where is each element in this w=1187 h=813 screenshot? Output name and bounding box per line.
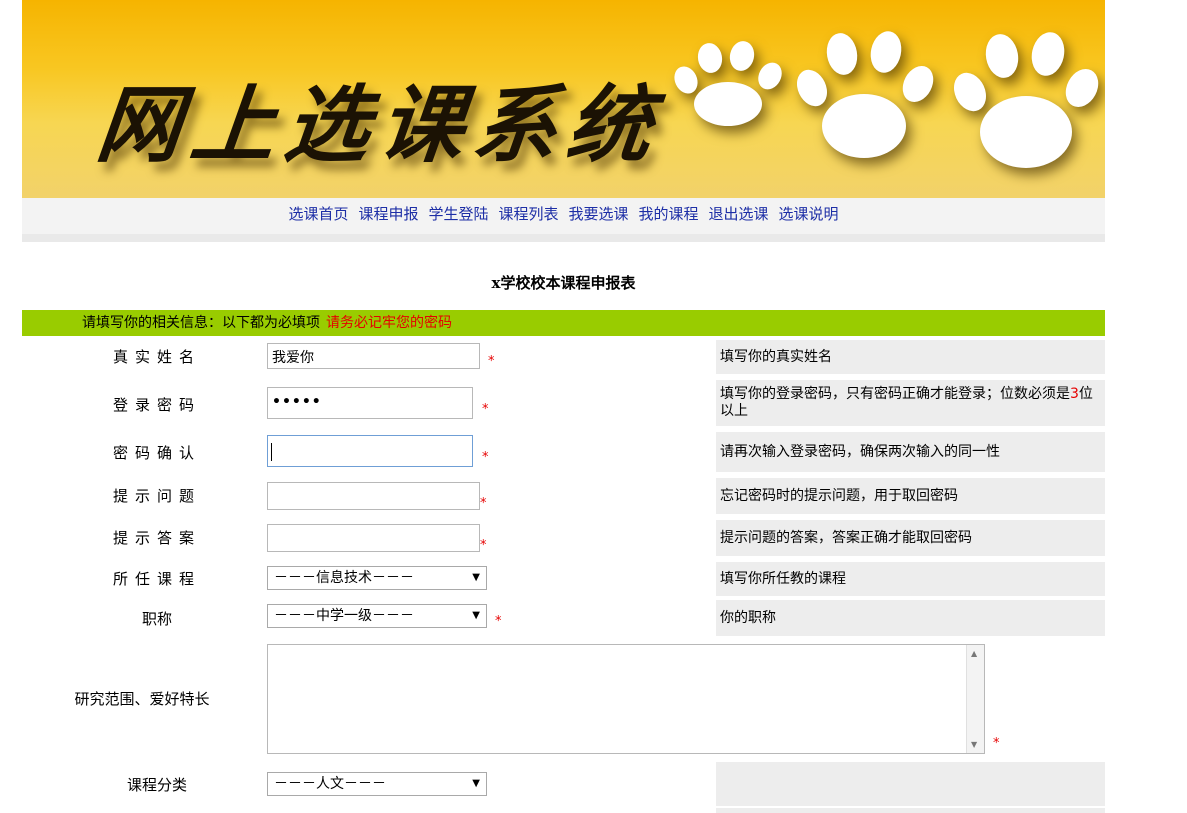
page: 网上选课系统 选课首页 课程申报 学生登陆 课程列表 我要选课 我的课程 退出选… [22,0,1105,813]
research-textarea[interactable]: ▲ ▼ [267,644,985,754]
password-hint-text: 填写你的登录密码，只有密码正确才能登录；位数必须是 [720,386,1070,402]
name-input[interactable]: 我爱你 [267,343,480,369]
row-name: 真实姓名 我爱你 * 填写你的真实姓名 [22,338,1105,376]
notice-bar: 请填写你的相关信息：以下都为必填项 请务必记牢您的密码 [22,310,1105,336]
required-mark: * [480,496,487,511]
course-label: 所任课程 [112,570,201,588]
notice-text: 请填写你的相关信息：以下都为必填项 [82,315,320,331]
row-confirm: 密码确认 * 请再次输入登录密码，确保两次输入的同一性 [22,430,1105,474]
row-category: 课程分类 －－－人文－－－ ▼ [22,762,1105,806]
row-answer: 提示答案 * 提示问题的答案，答案正确才能取回密码 [22,518,1105,558]
category-select[interactable]: －－－人文－－－ ▼ [267,772,487,796]
nav-student-login[interactable]: 学生登陆 [428,205,488,223]
password-hint-number: 3 [1070,386,1079,402]
confirm-label: 密码确认 [112,444,201,462]
top-nav: 选课首页 课程申报 学生登陆 课程列表 我要选课 我的课程 退出选课 选课说明 [22,198,1105,234]
research-label: 研究范围、爱好特长 [74,690,210,708]
name-label: 真实姓名 [112,348,201,366]
password-hint: 填写你的登录密码，只有密码正确才能登录；位数必须是3位以上 [716,380,1105,426]
confirm-input[interactable] [267,435,473,467]
category-selected: －－－人文－－－ [274,776,386,792]
required-mark: * [993,736,1000,751]
password-input[interactable]: ••••• [267,387,473,419]
nav-home[interactable]: 选课首页 [288,205,348,223]
text-caret [271,443,272,461]
required-mark: * [482,402,489,417]
nav-course-apply[interactable]: 课程申报 [358,205,418,223]
required-mark: * [495,614,502,629]
chevron-down-icon: ▼ [472,610,480,621]
paw-icon [792,28,937,168]
chevron-down-icon: ▼ [472,778,480,789]
password-label: 登录密码 [112,396,201,414]
required-mark: * [480,538,487,553]
paw-icon [670,40,790,136]
textarea-scrollbar[interactable]: ▲ ▼ [966,645,984,753]
answer-label: 提示答案 [112,529,201,547]
next-row-hint [716,808,1105,813]
form-title: x学校校本课程申报表 [491,274,636,292]
question-input[interactable] [267,482,480,510]
row-password: 登录密码 ••••• * 填写你的登录密码，只有密码正确才能登录；位数必须是3位… [22,378,1105,428]
name-hint: 填写你的真实姓名 [716,340,1105,374]
scroll-down-icon[interactable]: ▼ [971,740,977,749]
nav-exit[interactable]: 退出选课 [709,205,769,223]
course-select[interactable]: －－－信息技术－－－ ▼ [267,566,487,590]
title-hint: 你的职称 [716,600,1105,636]
title-select[interactable]: －－－中学一级－－－ ▼ [267,604,487,628]
nav-help[interactable]: 选课说明 [779,205,839,223]
title-selected: －－－中学一级－－－ [274,608,414,624]
category-hint [716,762,1105,806]
required-mark: * [488,354,495,369]
question-label: 提示问题 [112,487,201,505]
title-label: 职称 [141,610,172,628]
question-hint: 忘记密码时的提示问题，用于取回密码 [716,478,1105,514]
row-course: 所任课程 －－－信息技术－－－ ▼ 填写你所任教的课程 [22,560,1105,598]
required-mark: * [482,450,489,465]
answer-input[interactable] [267,524,480,552]
category-label: 课程分类 [126,776,187,794]
nav-divider [22,234,1105,242]
answer-hint: 提示问题的答案，答案正确才能取回密码 [716,520,1105,556]
row-question: 提示问题 * 忘记密码时的提示问题，用于取回密码 [22,476,1105,516]
banner-title: 网上选课系统 [92,75,667,174]
course-selected: －－－信息技术－－－ [274,570,414,586]
notice-warning: 请务必记牢您的密码 [326,315,452,331]
course-hint: 填写你所任教的课程 [716,562,1105,596]
confirm-hint: 请再次输入登录密码，确保两次输入的同一性 [716,432,1105,472]
row-title: 职称 －－－中学一级－－－ ▼ * 你的职称 [22,600,1105,638]
scroll-up-icon[interactable]: ▲ [971,649,977,658]
chevron-down-icon: ▼ [472,572,480,583]
nav-select-course[interactable]: 我要选课 [569,205,629,223]
banner: 网上选课系统 [22,0,1105,198]
paw-icon [950,30,1100,180]
nav-my-courses[interactable]: 我的课程 [639,205,699,223]
nav-course-list[interactable]: 课程列表 [498,205,558,223]
